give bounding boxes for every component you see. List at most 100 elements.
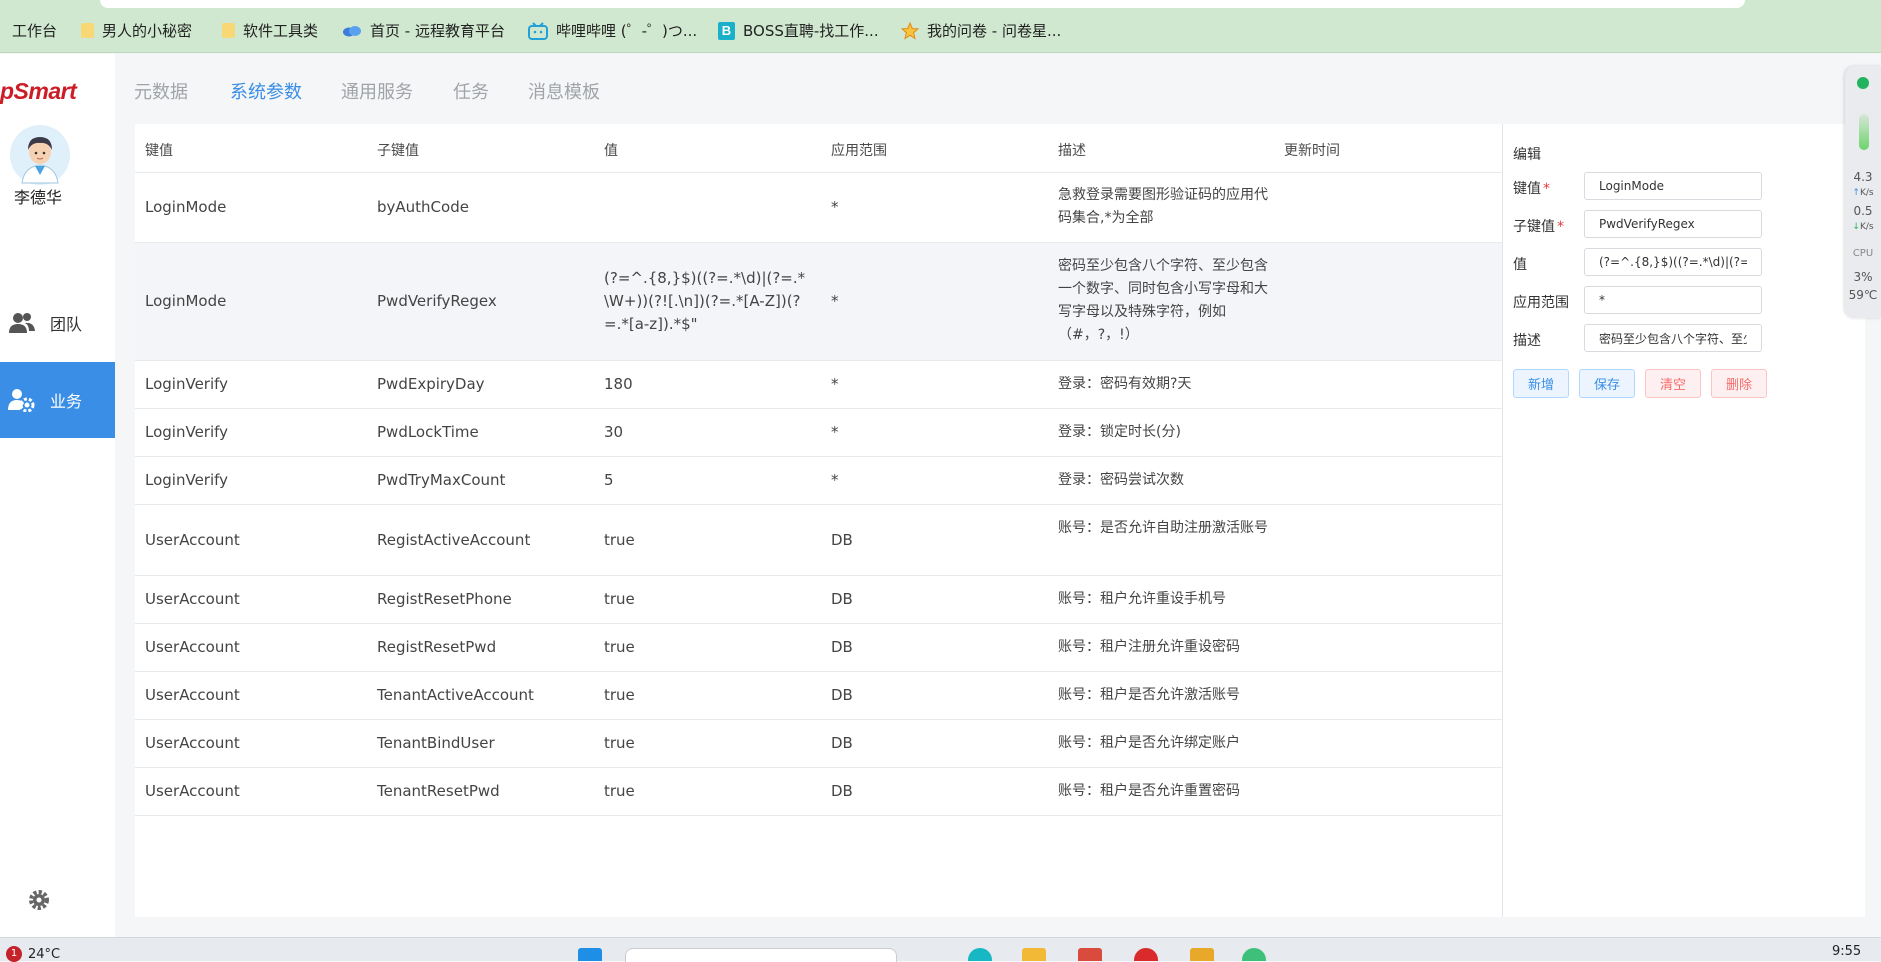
cell-value: (?=^.{8,}$)((?=.*\d)|(?=.*\W+))(?![.\n])… [604, 269, 806, 333]
app-icon[interactable] [968, 948, 992, 961]
cell-description: 登录：密码尝试次数 [1058, 472, 1184, 488]
memory-bar [1859, 114, 1869, 150]
tab-metadata[interactable]: 元数据 [134, 78, 188, 104]
app-icon[interactable] [1190, 948, 1214, 961]
cell-subkey: byAuthCode [377, 198, 469, 216]
clear-button[interactable]: 清空 [1645, 369, 1701, 398]
add-button[interactable]: 新增 [1513, 369, 1569, 398]
table-row[interactable]: UserAccount RegistActiveAccount true DB … [135, 505, 1502, 576]
cell-key: UserAccount [145, 638, 240, 656]
temperature-value: 59℃ [1848, 288, 1878, 302]
table-row-selected[interactable]: LoginMode PwdVerifyRegex (?=^.{8,}$)((?=… [135, 243, 1502, 361]
field-label-text: 键值 [1513, 181, 1541, 197]
bookmark-education[interactable]: 首页 - 远程教育平台 [342, 20, 505, 41]
app-icon[interactable] [1242, 948, 1266, 961]
upload-arrow-icon: ↑ [1852, 188, 1860, 198]
table-row[interactable]: UserAccount RegistResetPwd true DB 账号：租户… [135, 624, 1502, 672]
cell-key: UserAccount [145, 734, 240, 752]
windows-start-icon[interactable] [578, 948, 602, 961]
bookmark-label: 首页 - 远程教育平台 [370, 22, 505, 40]
cell-value: true [604, 782, 635, 800]
cell-subkey: PwdExpiryDay [377, 375, 485, 393]
address-bar-edge[interactable] [100, 0, 1745, 8]
column-header-key[interactable]: 键值 [145, 140, 173, 160]
cell-value: true [604, 734, 635, 752]
description-input[interactable] [1584, 324, 1762, 352]
edit-panel-title: 编辑 [1513, 147, 1541, 163]
cell-scope: DB [831, 734, 853, 752]
bookmark-bilibili[interactable]: 哔哩哔哩 (゜-゜)つ... [528, 20, 697, 41]
cell-subkey: PwdLockTime [377, 423, 479, 441]
column-header-value[interactable]: 值 [604, 140, 618, 160]
table-row[interactable]: LoginVerify PwdLockTime 30 * 登录：锁定时长(分) [135, 409, 1502, 457]
cell-value: 5 [604, 471, 614, 489]
cpu-label: CPU [1852, 248, 1874, 259]
cell-subkey: RegistActiveAccount [377, 531, 531, 549]
cell-description: 登录：密码有效期?天 [1058, 376, 1192, 392]
table-row[interactable]: UserAccount TenantResetPwd true DB 账号：租户… [135, 768, 1502, 816]
field-label-value: 值 [1513, 257, 1527, 273]
cell-key: UserAccount [145, 782, 240, 800]
required-mark: * [1557, 219, 1564, 235]
bookmark-label: 我的问卷 - 问卷星... [927, 22, 1062, 40]
cpu-value: 3% [1853, 270, 1873, 284]
folder-icon [81, 23, 94, 38]
nav-item-business[interactable]: 业务 [0, 362, 115, 438]
column-header-scope[interactable]: 应用范围 [831, 140, 887, 160]
cell-description: 登录：锁定时长(分) [1058, 424, 1181, 440]
scope-input[interactable] [1584, 286, 1762, 314]
tab-common-services[interactable]: 通用服务 [341, 78, 413, 104]
tab-tasks[interactable]: 任务 [453, 78, 489, 104]
tab-system-params[interactable]: 系统参数 [230, 78, 302, 104]
upload-speed-unit: K/s [1859, 188, 1874, 198]
save-button[interactable]: 保存 [1579, 369, 1635, 398]
taskbar-clock[interactable]: 9:55 [1832, 944, 1861, 959]
user-avatar[interactable] [10, 125, 70, 185]
cell-key: LoginVerify [145, 423, 229, 441]
bookmarks-bar: 工作台 男人的小秘密 软件工具类 首页 - 远程教育平台 哔哩哔哩 (゜-゜)つ… [0, 0, 1881, 53]
cell-key: LoginVerify [145, 471, 229, 489]
cell-key: UserAccount [145, 686, 240, 704]
sidebar: pSmart 李德华 团队 业务 [0, 54, 115, 937]
cell-subkey: PwdVerifyRegex [377, 292, 497, 310]
table-row[interactable]: UserAccount TenantActiveAccount true DB … [135, 672, 1502, 720]
table-row[interactable]: LoginVerify PwdExpiryDay 180 * 登录：密码有效期?… [135, 361, 1502, 409]
cell-subkey: RegistResetPwd [377, 638, 497, 656]
bookmark-secret-folder[interactable]: 男人的小秘密 [81, 20, 192, 41]
subkey-input[interactable] [1584, 210, 1762, 238]
key-input[interactable] [1584, 172, 1762, 200]
column-header-description[interactable]: 描述 [1058, 140, 1086, 160]
table-row[interactable]: UserAccount TenantBindUser true DB 账号：租户… [135, 720, 1502, 768]
download-arrow-icon: ↓ [1852, 222, 1860, 232]
bookmark-survey[interactable]: 我的问卷 - 问卷星... [901, 20, 1061, 41]
cell-scope: * [831, 375, 839, 393]
user-name: 李德华 [14, 188, 63, 207]
folder-icon [222, 23, 235, 38]
system-monitor-widget[interactable]: 4.3 ↑K/s 0.5 ↓K/s CPU 3% 59℃ [1845, 66, 1881, 318]
table-row[interactable]: LoginMode byAuthCode * 急救登录需要图形验证码的应用代码集… [135, 172, 1502, 243]
column-header-updated[interactable]: 更新时间 [1284, 140, 1340, 160]
app-icon[interactable] [1078, 948, 1102, 961]
cell-scope: * [831, 198, 839, 216]
column-header-subkey[interactable]: 子键值 [377, 140, 419, 160]
cell-description: 急救登录需要图形验证码的应用代码集合,*为全部 [1058, 187, 1268, 226]
tab-message-templates[interactable]: 消息模板 [528, 78, 600, 104]
cell-value: 30 [604, 423, 624, 441]
settings-gear-icon[interactable] [27, 888, 51, 912]
cell-key: UserAccount [145, 590, 240, 608]
star-icon [901, 21, 919, 40]
bookmark-boss[interactable]: B BOSS直聘-找工作... [718, 20, 879, 41]
bookmark-workbench[interactable]: 工作台 [12, 20, 57, 41]
bilibili-icon [528, 21, 548, 40]
bookmark-tools-folder[interactable]: 软件工具类 [222, 20, 318, 41]
nav-item-team[interactable]: 团队 [0, 285, 115, 361]
value-input[interactable] [1584, 248, 1762, 276]
weather-temp: 24°C [28, 946, 61, 962]
delete-button[interactable]: 删除 [1711, 369, 1767, 398]
table-row[interactable]: LoginVerify PwdTryMaxCount 5 * 登录：密码尝试次数 [135, 457, 1502, 505]
app-icon[interactable] [1134, 948, 1158, 961]
table-row[interactable]: UserAccount RegistResetPhone true DB 账号：… [135, 576, 1502, 624]
cell-description: 账号：租户是否允许绑定账户 [1058, 735, 1240, 751]
folder-app-icon[interactable] [1022, 948, 1046, 961]
tab-bar: 元数据 系统参数 通用服务 任务 消息模板 [115, 54, 1845, 124]
